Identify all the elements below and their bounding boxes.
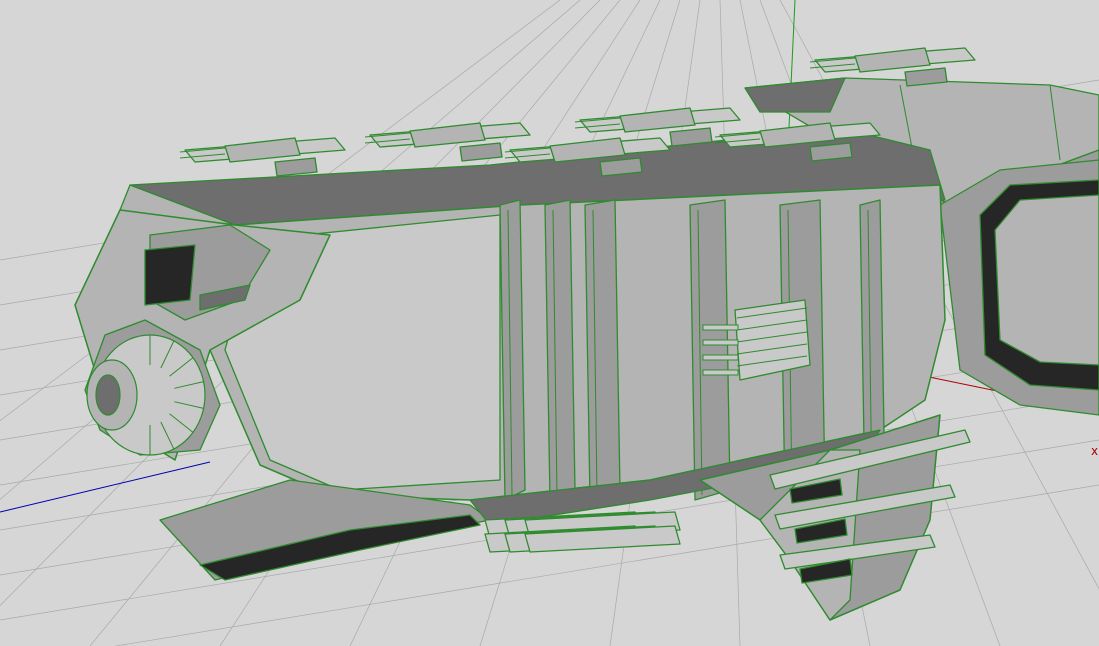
turret-base — [459, 142, 503, 162]
z-axis-line — [0, 461, 211, 513]
top-turret-housing — [409, 122, 486, 148]
3d-viewport[interactable]: x — [0, 0, 1099, 646]
side-gun-barrel — [702, 339, 739, 346]
x-axis-label: x — [1091, 444, 1099, 458]
side-gun-barrel — [702, 369, 739, 376]
top-turret-housing — [224, 137, 301, 163]
hull-rib — [584, 199, 621, 501]
turret-base — [274, 157, 318, 177]
spaceship-wireframe-model[interactable] — [74, 47, 1099, 621]
side-gun-mount — [734, 299, 811, 381]
top-turret-housing — [619, 107, 696, 133]
rear-thruster-inner-wall — [994, 194, 1099, 366]
rear-hull-recess — [744, 77, 846, 113]
hull-rib — [499, 199, 526, 501]
side-gun-barrel — [702, 324, 739, 331]
hull-rib — [689, 199, 731, 501]
viewport-canvas[interactable] — [0, 0, 1099, 646]
nose-cannon-muzzle — [95, 374, 121, 416]
side-gun-barrel — [702, 354, 739, 361]
top-turret-housing — [854, 47, 931, 73]
nose-vent-hole — [144, 244, 196, 306]
hull-rib — [544, 199, 576, 501]
